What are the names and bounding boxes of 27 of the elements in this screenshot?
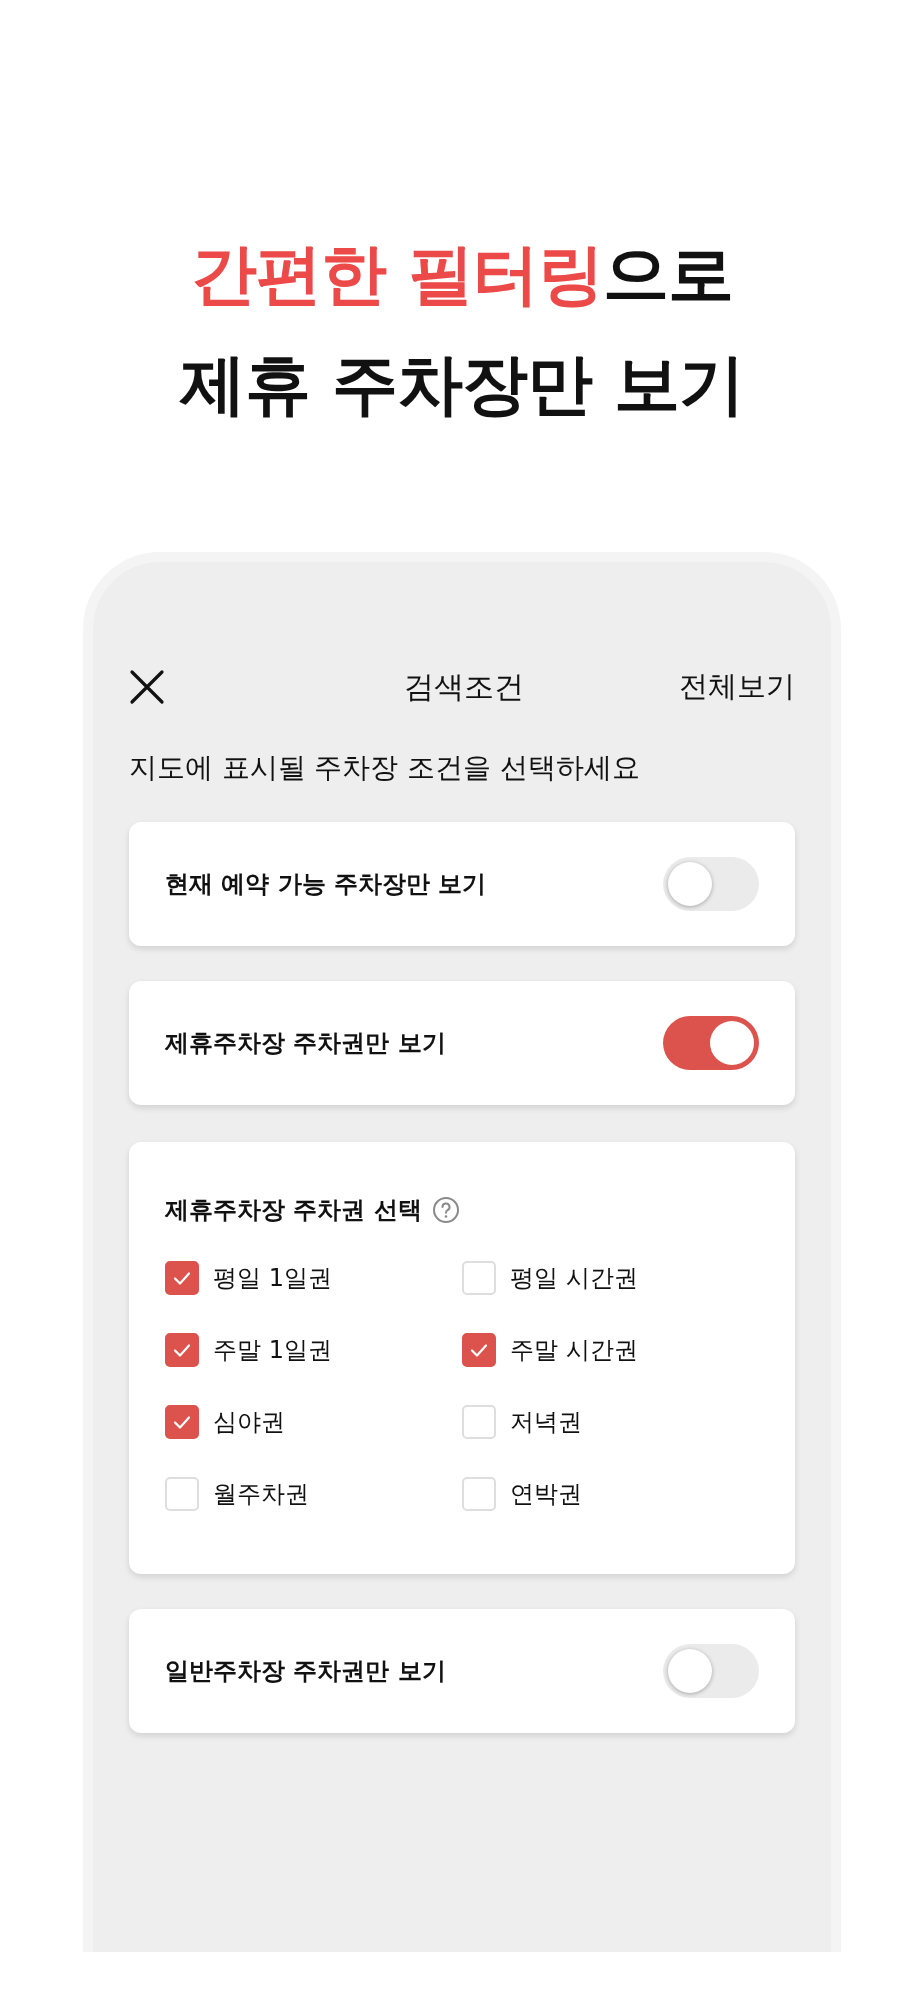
- checkbox[interactable]: [165, 1261, 199, 1295]
- filter-label: 일반주차장 주차권만 보기: [165, 1656, 446, 1687]
- toggle-switch[interactable]: [663, 1644, 759, 1698]
- help-icon[interactable]: [431, 1196, 460, 1224]
- checkbox[interactable]: [165, 1333, 199, 1367]
- checkbox[interactable]: [165, 1405, 199, 1439]
- screen-title: 검색조건: [404, 667, 524, 706]
- instruction-text: 지도에 표시될 주차장 조건을 선택하세요: [129, 750, 641, 785]
- option-label: 평일 시간권: [510, 1263, 638, 1294]
- headline-text: 제휴 주차장만 보기: [180, 345, 744, 425]
- headline-text: 간편한 필터링: [191, 235, 603, 315]
- headline-text: 으로: [603, 235, 733, 315]
- filter-label: 제휴주차장 주차권만 보기: [165, 1028, 446, 1059]
- checkbox[interactable]: [462, 1333, 496, 1367]
- option-label: 평일 1일권: [213, 1263, 332, 1294]
- option-label: 월주차권: [213, 1479, 309, 1510]
- show-all-button[interactable]: 전체보기: [679, 667, 795, 707]
- option-label: 심야권: [213, 1407, 285, 1438]
- toggle-switch[interactable]: [663, 857, 759, 911]
- option-label: 저녁권: [510, 1407, 582, 1438]
- option-label: 주말 시간권: [510, 1335, 638, 1366]
- close-icon[interactable]: [129, 669, 165, 705]
- filter-label: 현재 예약 가능 주차장만 보기: [165, 869, 487, 900]
- section-title: 제휴주차장 주차권 선택: [165, 1195, 422, 1226]
- option-label: 연박권: [510, 1479, 582, 1510]
- option-label: 주말 1일권: [213, 1335, 332, 1366]
- toggle-switch[interactable]: [663, 1016, 759, 1070]
